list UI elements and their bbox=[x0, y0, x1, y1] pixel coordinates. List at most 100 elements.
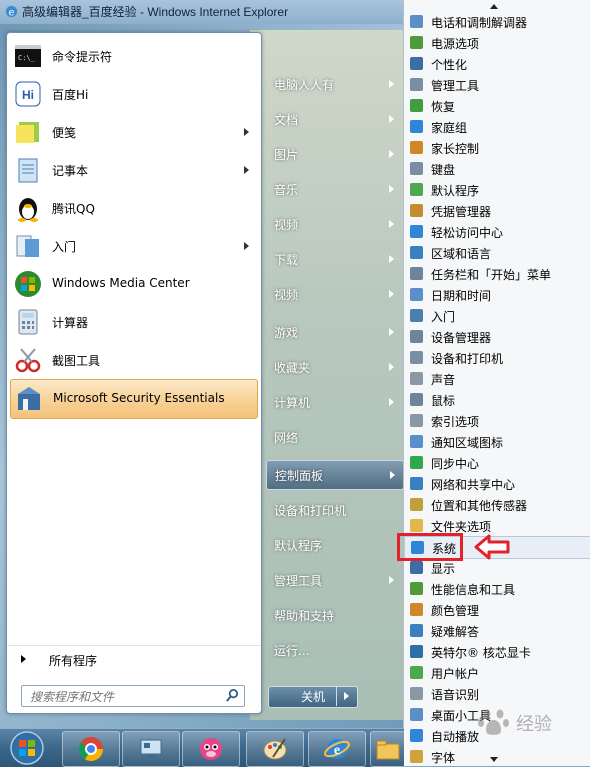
pinned-item-security-essentials[interactable]: Microsoft Security Essentials bbox=[10, 379, 258, 419]
place-label: 管理工具 bbox=[274, 574, 323, 588]
control-panel-item-label: 凭据管理器 bbox=[431, 205, 492, 219]
control-panel-item[interactable]: 用户帐户 bbox=[404, 662, 590, 683]
search-input[interactable] bbox=[28, 688, 222, 706]
place-default-programs[interactable]: 默认程序 bbox=[266, 531, 402, 559]
pinned-item-qq[interactable]: 腾讯QQ bbox=[7, 189, 261, 227]
control-panel-item[interactable]: 语音识别 bbox=[404, 683, 590, 704]
place-documents[interactable]: 文档 bbox=[266, 105, 402, 133]
control-panel-submenu: 电话和调制解调器 电源选项 个性化 管理工具恢复家庭组 家长控制 键盘 默认程序凭据管理器轻… bbox=[403, 0, 590, 766]
shutdown-options-arrow-icon[interactable] bbox=[336, 686, 357, 706]
taskbar-button-paint[interactable] bbox=[246, 731, 304, 767]
scroll-up-icon[interactable] bbox=[490, 4, 498, 9]
pinned-item-cmd[interactable]: C:\_ 命令提示符 bbox=[7, 37, 261, 75]
control-panel-item[interactable]: 入门 bbox=[404, 305, 590, 326]
control-panel-item-label: 位置和其他传感器 bbox=[431, 499, 528, 513]
control-panel-item[interactable]: 性能信息和工具 bbox=[404, 578, 590, 599]
pinned-item-calculator[interactable]: 计算器 bbox=[7, 303, 261, 341]
taskbar-button-explorer[interactable] bbox=[370, 731, 406, 767]
place-videos-2[interactable]: 视频 bbox=[266, 280, 402, 308]
pinned-item-getting-started[interactable]: 入门 bbox=[7, 227, 261, 265]
control-panel-item[interactable]: 轻松访问中心 bbox=[404, 221, 590, 242]
qq-penguin-icon bbox=[18, 198, 38, 222]
control-panel-item[interactable]: 个性化 bbox=[404, 53, 590, 74]
place-devices-printers[interactable]: 设备和打印机 bbox=[266, 496, 402, 524]
control-panel-item[interactable]: 电源选项 bbox=[404, 32, 590, 53]
control-panel-item-label: 字体 bbox=[431, 751, 456, 765]
control-panel-item[interactable]: 凭据管理器 bbox=[404, 200, 590, 221]
start-search-box[interactable] bbox=[21, 685, 245, 707]
place-downloads[interactable]: 下载 bbox=[266, 245, 402, 273]
control-panel-item[interactable]: 管理工具 bbox=[404, 74, 590, 95]
window-titlebar[interactable]: e 高级编辑器_百度经验 - Windows Internet Explorer bbox=[0, 0, 404, 24]
pinned-item-snipping-tool[interactable]: 截图工具 bbox=[7, 341, 261, 379]
place-games[interactable]: 游戏 bbox=[266, 318, 402, 346]
place-admin-tools[interactable]: 管理工具 bbox=[266, 566, 402, 594]
control-panel-item[interactable]: 恢复 bbox=[404, 95, 590, 116]
control-panel-item-icon bbox=[410, 456, 423, 469]
submenu-arrow-icon bbox=[389, 328, 394, 336]
submenu-arrow-icon bbox=[244, 242, 249, 250]
all-programs-button[interactable]: 所有程序 bbox=[7, 645, 261, 672]
place-user-folder[interactable]: 电脑人人有 bbox=[266, 70, 402, 98]
control-panel-item[interactable]: 默认程序 bbox=[404, 179, 590, 200]
media-center-icon bbox=[15, 271, 41, 297]
pinned-item-media-center[interactable]: Windows Media Center bbox=[7, 265, 261, 303]
control-panel-item[interactable]: 颜色管理 bbox=[404, 599, 590, 620]
control-panel-item[interactable]: 日期和时间 bbox=[404, 284, 590, 305]
place-label: 视频 bbox=[274, 288, 299, 302]
place-run[interactable]: 运行... bbox=[266, 636, 402, 664]
control-panel-item[interactable]: 同步中心 bbox=[404, 452, 590, 473]
control-panel-item[interactable]: 任务栏和「开始」菜单 bbox=[404, 263, 590, 284]
pinned-programs-list: C:\_ 命令提示符 Hi 百度Hi 便笺 记事本 腾讯QQ 入门 Window… bbox=[7, 37, 261, 419]
control-panel-item-label: 索引选项 bbox=[431, 415, 480, 429]
place-favorites[interactable]: 收藏夹 bbox=[266, 353, 402, 381]
place-videos[interactable]: 视频 bbox=[266, 210, 402, 238]
pinned-item-sticky-notes[interactable]: 便笺 bbox=[7, 113, 261, 151]
control-panel-item[interactable]: 声音 bbox=[404, 368, 590, 389]
control-panel-item[interactable]: 索引选项 bbox=[404, 410, 590, 431]
taskbar-button-remote-desktop[interactable] bbox=[122, 731, 180, 767]
taskbar-button-ie[interactable]: e bbox=[308, 731, 366, 767]
taskbar-button-cow-app[interactable] bbox=[182, 731, 240, 767]
place-music[interactable]: 音乐 bbox=[266, 175, 402, 203]
control-panel-item[interactable]: 设备管理器 bbox=[404, 326, 590, 347]
pinned-item-label: 命令提示符 bbox=[52, 50, 113, 64]
control-panel-item[interactable]: 英特尔® 核芯显卡 bbox=[404, 641, 590, 662]
control-panel-item[interactable]: 位置和其他传感器 bbox=[404, 494, 590, 515]
pinned-item-baidu-hi[interactable]: Hi 百度Hi bbox=[7, 75, 261, 113]
taskbar-button-chrome[interactable] bbox=[62, 731, 120, 767]
control-panel-item[interactable]: 家庭组 bbox=[404, 116, 590, 137]
expand-arrow-icon bbox=[21, 655, 26, 663]
place-computer[interactable]: 计算机 bbox=[266, 388, 402, 416]
control-panel-item[interactable]: 电话和调制解调器 bbox=[404, 11, 590, 32]
pinned-item-notepad[interactable]: 记事本 bbox=[7, 151, 261, 189]
control-panel-item-icon bbox=[410, 57, 423, 70]
control-panel-item[interactable]: 区域和语言 bbox=[404, 242, 590, 263]
control-panel-item[interactable]: 疑难解答 bbox=[404, 620, 590, 641]
control-panel-item[interactable]: 通知区域图标 bbox=[404, 431, 590, 452]
place-label: 运行... bbox=[274, 644, 310, 658]
submenu-arrow-icon bbox=[244, 166, 249, 174]
control-panel-item-label: 恢复 bbox=[431, 100, 456, 114]
place-pictures[interactable]: 图片 bbox=[266, 140, 402, 168]
control-panel-item-label: 自动播放 bbox=[431, 730, 480, 744]
control-panel-item[interactable]: 鼠标 bbox=[404, 389, 590, 410]
control-panel-item[interactable]: 网络和共享中心 bbox=[404, 473, 590, 494]
place-network[interactable]: 网络 bbox=[266, 423, 402, 451]
place-control-panel[interactable]: 控制面板 bbox=[266, 460, 404, 490]
control-panel-item-icon bbox=[410, 204, 423, 217]
baidu-watermark: 经验 bbox=[476, 702, 586, 742]
start-orb-icon[interactable] bbox=[8, 730, 46, 766]
control-panel-item[interactable]: 设备和打印机 bbox=[404, 347, 590, 368]
ie-icon: e bbox=[324, 739, 350, 759]
submenu-arrow-icon bbox=[389, 398, 394, 406]
place-label: 文档 bbox=[274, 113, 299, 127]
scroll-down-icon[interactable] bbox=[490, 757, 498, 762]
control-panel-item[interactable]: 键盘 bbox=[404, 158, 590, 179]
place-help-support[interactable]: 帮助和支持 bbox=[266, 601, 402, 629]
control-panel-item-icon bbox=[410, 666, 423, 679]
control-panel-item[interactable]: 家长控制 bbox=[404, 137, 590, 158]
control-panel-item-label: 疑难解答 bbox=[431, 625, 480, 639]
control-panel-item-label: 网络和共享中心 bbox=[431, 478, 516, 492]
search-icon[interactable] bbox=[225, 688, 240, 703]
